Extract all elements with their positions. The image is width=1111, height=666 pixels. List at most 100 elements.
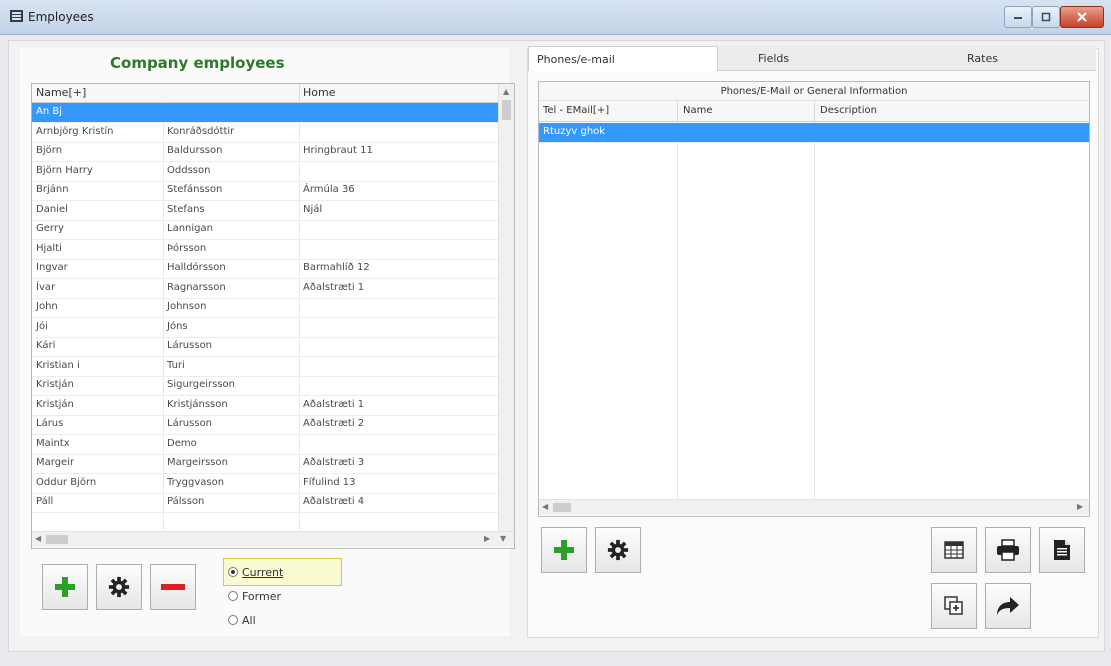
table-cell: Rtuzyv ghok [543, 126, 606, 137]
table-row[interactable]: Kristján Sigurgeirsson [32, 376, 498, 396]
close-button[interactable] [1060, 6, 1104, 28]
table-cell: Ragnarsson [167, 281, 226, 293]
table-row[interactable]: John Johnson [32, 298, 498, 318]
radio-dot-icon [228, 567, 238, 577]
table-cell: Maintx [36, 437, 70, 449]
table-row[interactable]: Björn Harry Oddsson [32, 162, 498, 182]
table-row[interactable]: Ívar Ragnarsson Aðalstræti 1 [32, 279, 498, 299]
table-cell: Björn [36, 145, 63, 156]
table-row[interactable]: Rtuzyv ghok [539, 123, 1089, 143]
remove-employee-button[interactable] [150, 564, 196, 610]
scroll-left-icon[interactable]: ◀ [35, 534, 41, 543]
column-header-tel-email[interactable]: Tel - EMail[+] [543, 105, 609, 116]
table-row[interactable]: Lárus Lárusson Aðalstræti 2 [32, 415, 498, 435]
column-header-name[interactable]: Name[+] [36, 86, 86, 99]
table-cell: Barmahlíð 12 [303, 262, 370, 273]
table-cell: An Bj [36, 106, 62, 117]
radio-current[interactable]: Current [228, 563, 283, 581]
table-row[interactable]: Kristian i Turi [32, 357, 498, 377]
table-row[interactable]: Maintx Demo [32, 435, 498, 455]
document-icon [1054, 540, 1070, 560]
column-header-home[interactable]: Home [303, 86, 335, 99]
table-row[interactable]: Ingvar Halldórsson Barmahlíð 12 [32, 259, 498, 279]
add-icon [554, 540, 574, 560]
scroll-right-icon[interactable]: ▶ [1077, 502, 1083, 511]
table-cell: Aðalstræti 3 [303, 457, 365, 468]
tab-phones-email[interactable]: Phones/e-mail [528, 46, 718, 71]
table-cell: Sigurgeirsson [167, 379, 236, 390]
maximize-button[interactable] [1032, 6, 1060, 28]
employees-table[interactable]: Name[+] Home An Bj Arnbjörg Kristín Konráð… [31, 83, 515, 549]
radio-all[interactable]: All [228, 611, 256, 629]
add-icon [55, 577, 75, 597]
table-cell: Lárusson [167, 340, 213, 351]
details-tabs: Phones/e-mail Fields Rates [528, 46, 1096, 72]
table-row[interactable]: Brjánn Stefánsson Ármúla 36 [32, 181, 498, 201]
table-row[interactable]: Jói Jóns [32, 318, 498, 338]
scroll-left-icon[interactable]: ◀ [542, 502, 548, 511]
table-row[interactable]: Gerry Lannigan [32, 220, 498, 240]
table-cell: Hringbraut 11 [303, 145, 373, 156]
table-row[interactable] [32, 513, 498, 533]
table-cell: Aðalstræti 1 [303, 398, 365, 410]
gear-icon [108, 576, 130, 598]
table-view-button[interactable] [931, 527, 977, 573]
radio-current-label: Current [242, 565, 284, 579]
remove-icon [161, 584, 185, 590]
table-cell: Turi [167, 359, 185, 371]
table-row[interactable]: Páll Pálsson Aðalstræti 4 [32, 493, 498, 513]
table-row[interactable]: Daniel Stefans Njál [32, 201, 498, 221]
employees-heading: Company employees [110, 54, 285, 72]
phones-table[interactable]: Phones/E-Mail or General Information Tel… [538, 81, 1090, 517]
column-divider [299, 84, 300, 102]
table-cell: Ívar [36, 281, 56, 293]
column-header-name[interactable]: Name [683, 105, 713, 116]
phone-settings-button[interactable] [595, 527, 641, 573]
radio-former[interactable]: Former [228, 587, 281, 605]
table-cell: Stefánsson [167, 184, 223, 195]
table-cell: Björn Harry [36, 164, 93, 176]
window-title: Employees [28, 10, 94, 24]
table-cell: Njál [303, 203, 323, 215]
table-row[interactable]: Arnbjörg Kristín Konráðsdóttir [32, 123, 498, 143]
app-icon [10, 10, 23, 22]
forward-button[interactable] [985, 583, 1031, 629]
phones-table-header: Tel - EMail[+] Name Description [539, 101, 1089, 122]
scroll-down-icon[interactable]: ▼ [500, 534, 506, 543]
add-phone-button[interactable] [541, 527, 587, 573]
employees-vertical-scrollbar[interactable]: ▲ [498, 84, 514, 532]
column-header-description[interactable]: Description [820, 105, 877, 116]
scroll-up-icon[interactable]: ▲ [503, 87, 509, 96]
tab-rates[interactable]: Rates [907, 46, 1096, 71]
table-cell: Halldórsson [167, 262, 226, 273]
scrollbar-thumb[interactable] [553, 503, 571, 512]
column-divider [677, 101, 678, 121]
print-button[interactable] [985, 527, 1031, 573]
table-cell: Fífulind 13 [303, 476, 356, 488]
scrollbar-thumb[interactable] [502, 100, 511, 120]
close-icon [1077, 12, 1087, 22]
table-row[interactable]: Kári Lárusson [32, 337, 498, 357]
copy-add-button[interactable] [931, 583, 977, 629]
table-row[interactable]: Margeir Margeirsson Aðalstræti 3 [32, 454, 498, 474]
table-row[interactable]: Kristján Kristjánsson Aðalstræti 1 [32, 396, 498, 416]
add-employee-button[interactable] [42, 564, 88, 610]
scroll-right-icon[interactable]: ▶ [484, 534, 490, 543]
minimize-icon [1014, 17, 1022, 19]
phones-horizontal-scrollbar[interactable]: ◀ ▶ [539, 499, 1089, 515]
table-row[interactable]: Hjalti Þórsson [32, 240, 498, 260]
employees-horizontal-scrollbar[interactable]: ◀ ▶ ▼ [32, 531, 514, 547]
table-row[interactable]: An Bj [32, 103, 498, 123]
employee-settings-button[interactable] [96, 564, 142, 610]
table-row[interactable]: Björn Baldursson Hringbraut 11 [32, 142, 498, 162]
document-button[interactable] [1039, 527, 1085, 573]
forward-arrow-icon [997, 597, 1019, 615]
table-row[interactable]: Oddur Björn Tryggvason Fífulind 13 [32, 474, 498, 494]
minimize-button[interactable] [1004, 6, 1032, 28]
tab-fields[interactable]: Fields [718, 46, 907, 71]
table-cell: Margeir [36, 457, 75, 468]
column-divider [814, 101, 815, 121]
scrollbar-thumb[interactable] [46, 535, 68, 544]
table-cell: Tryggvason [167, 476, 225, 488]
radio-all-label: All [242, 613, 256, 627]
